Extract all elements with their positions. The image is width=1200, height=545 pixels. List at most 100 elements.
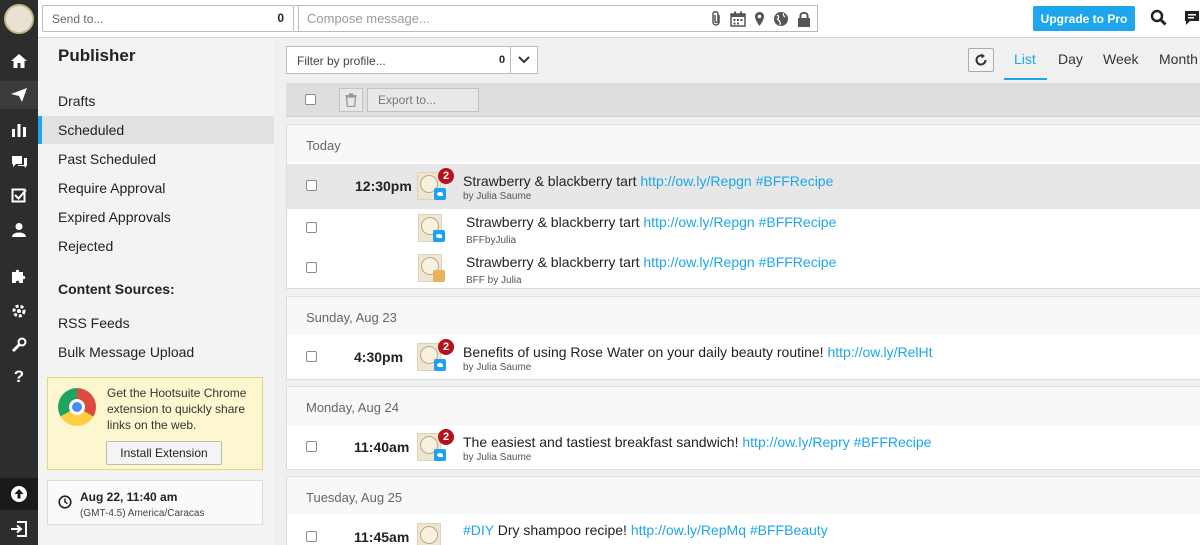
apps-nav-button[interactable] — [0, 262, 38, 290]
tools-nav-button[interactable] — [0, 331, 38, 359]
settings-nav-button[interactable] — [0, 297, 38, 325]
timezone-label: (GMT-4.5) America/Caracas — [80, 508, 205, 519]
profile-logo[interactable] — [4, 4, 34, 34]
current-datetime: Aug 22, 11:40 am — [80, 490, 178, 504]
message-link[interactable]: http://ow.ly/RelHt — [827, 344, 932, 360]
filter-dropdown-button[interactable] — [510, 46, 538, 74]
messages-button[interactable] — [1184, 10, 1200, 29]
sidebar-item-bulk-message-upload[interactable]: Bulk Message Upload — [38, 338, 274, 366]
date-group-monday-aug-24: Monday, Aug 24 11:40am 2 The easiest and… — [286, 386, 1200, 470]
message-text: Strawberry & blackberry tart http://ow.l… — [466, 214, 836, 230]
sidebar-item-expired-approvals[interactable]: Expired Approvals — [38, 203, 274, 231]
refresh-icon — [975, 53, 987, 66]
message-author: BFFbyJulia — [466, 235, 517, 246]
scheduled-message-row[interactable]: 11:40am 2 The easiest and tastiest break… — [287, 427, 1200, 469]
install-extension-button[interactable]: Install Extension — [106, 441, 222, 465]
upload-arrow-icon — [11, 486, 27, 502]
sidebar-item-drafts[interactable]: Drafts — [38, 87, 274, 115]
filter-by-profile-input[interactable]: Filter by profile... 0 — [286, 46, 514, 74]
wrench-icon — [11, 337, 27, 353]
paperclip-icon[interactable] — [710, 10, 722, 27]
chrome-logo-icon — [58, 388, 96, 426]
compose-message-input[interactable]: Compose message... — [298, 5, 818, 32]
calendar-icon[interactable] — [730, 11, 746, 27]
scheduled-message-row[interactable]: 11:45am #DIY Dry shampoo recipe! http://… — [287, 517, 1200, 545]
delete-button[interactable] — [339, 88, 363, 112]
select-all-checkbox[interactable] — [305, 94, 316, 105]
timezone-box: Aug 22, 11:40 am (GMT-4.5) America/Carac… — [47, 480, 263, 525]
paper-plane-icon — [11, 88, 27, 102]
send-to-input[interactable]: Send to... 0 — [42, 5, 294, 32]
date-group-heading: Sunday, Aug 23 — [287, 297, 1200, 335]
scheduled-message-row[interactable]: 4:30pm 2 Benefits of using Rose Water on… — [287, 337, 1200, 379]
chrome-extension-promo: Get the Hootsuite Chrome extension to qu… — [47, 377, 263, 470]
sidebar-item-scheduled[interactable]: Scheduled — [38, 116, 274, 144]
export-to-select[interactable]: Export to... — [367, 88, 479, 112]
compose-tools — [710, 10, 811, 27]
scheduled-message-row[interactable]: 12:30pm 2 Strawberry & blackberry tart h… — [287, 164, 1200, 209]
date-group-heading: Today — [287, 125, 1200, 163]
chevron-down-icon — [518, 56, 530, 64]
sign-out-icon — [11, 520, 27, 537]
scheduled-list-panel: Filter by profile... 0 List Day Week Mon… — [274, 38, 1200, 545]
home-nav-button[interactable] — [0, 47, 38, 75]
sidebar-item-past-scheduled[interactable]: Past Scheduled — [38, 145, 274, 173]
help-nav-button[interactable]: ? — [0, 363, 38, 391]
sidebar-item-rejected[interactable]: Rejected — [38, 232, 274, 260]
sidebar-item-rss-feeds[interactable]: RSS Feeds — [38, 309, 274, 337]
refresh-button[interactable] — [968, 48, 994, 72]
trash-icon — [345, 93, 357, 107]
analytics-nav-button[interactable] — [0, 115, 38, 143]
message-body: Strawberry & blackberry tart — [466, 214, 640, 230]
gear-icon — [12, 304, 26, 318]
date-group-heading: Monday, Aug 24 — [287, 387, 1200, 425]
filter-count: 0 — [499, 54, 506, 66]
date-group-sunday-aug-23: Sunday, Aug 23 4:30pm 2 Benefits of usin… — [286, 296, 1200, 380]
message-link[interactable]: http://ow.ly/Repgn #BFFRecipe — [643, 254, 836, 270]
tasks-nav-button[interactable] — [0, 182, 38, 210]
message-link[interactable]: http://ow.ly/Repry #BFFRecipe — [742, 434, 931, 450]
message-link[interactable]: http://ow.ly/Repgn #BFFRecipe — [640, 173, 833, 189]
sidebar-item-require-approval[interactable]: Require Approval — [38, 174, 274, 202]
row-checkbox[interactable] — [306, 351, 317, 362]
row-checkbox[interactable] — [306, 441, 317, 452]
facebook-page-icon — [433, 270, 445, 282]
upload-nav-button[interactable] — [0, 478, 38, 510]
tab-week[interactable]: Week — [1103, 51, 1139, 67]
lock-icon[interactable] — [797, 11, 811, 27]
message-count-badge: 2 — [438, 429, 454, 445]
nav-rail: ? — [0, 0, 38, 545]
scheduled-time: 11:40am — [354, 439, 410, 455]
content-sources-heading: Content Sources: — [58, 281, 175, 297]
logout-nav-button[interactable] — [0, 512, 38, 545]
message-text: Strawberry & blackberry tart http://ow.l… — [463, 173, 833, 189]
location-pin-icon[interactable] — [754, 11, 765, 27]
tab-day[interactable]: Day — [1058, 51, 1083, 67]
message-author: by Julia Saume — [463, 191, 532, 202]
bar-chart-icon — [12, 123, 26, 137]
assignments-nav-button[interactable] — [0, 148, 38, 176]
globe-icon[interactable] — [773, 11, 789, 27]
top-bar: Send to... 0 Compose message... Upgrade … — [38, 0, 1200, 38]
tab-list[interactable]: List — [1014, 51, 1036, 67]
puzzle-icon — [12, 269, 26, 283]
date-group-heading: Tuesday, Aug 25 — [287, 477, 1200, 515]
row-checkbox[interactable] — [306, 262, 317, 273]
scheduled-message-row[interactable]: Strawberry & blackberry tart http://ow.l… — [287, 249, 1200, 291]
tab-month[interactable]: Month — [1159, 51, 1198, 67]
message-hashtag[interactable]: #DIY — [463, 522, 494, 538]
upgrade-to-pro-button[interactable]: Upgrade to Pro — [1033, 6, 1135, 31]
send-to-count: 0 — [277, 11, 284, 25]
contacts-nav-button[interactable] — [0, 215, 38, 243]
row-checkbox[interactable] — [306, 222, 317, 233]
message-link[interactable]: http://ow.ly/Repgn #BFFRecipe — [643, 214, 836, 230]
row-checkbox[interactable] — [306, 531, 317, 542]
scheduled-message-row[interactable]: Strawberry & blackberry tart http://ow.l… — [287, 209, 1200, 251]
message-body: Benefits of using Rose Water on your dai… — [463, 344, 824, 360]
message-link[interactable]: http://ow.ly/RepMq #BFFBeauty — [631, 522, 828, 538]
page-title: Publisher — [58, 46, 136, 65]
publisher-nav-button[interactable] — [0, 81, 38, 109]
search-button[interactable] — [1150, 9, 1167, 29]
twitter-icon — [434, 359, 446, 371]
row-checkbox[interactable] — [306, 180, 317, 191]
